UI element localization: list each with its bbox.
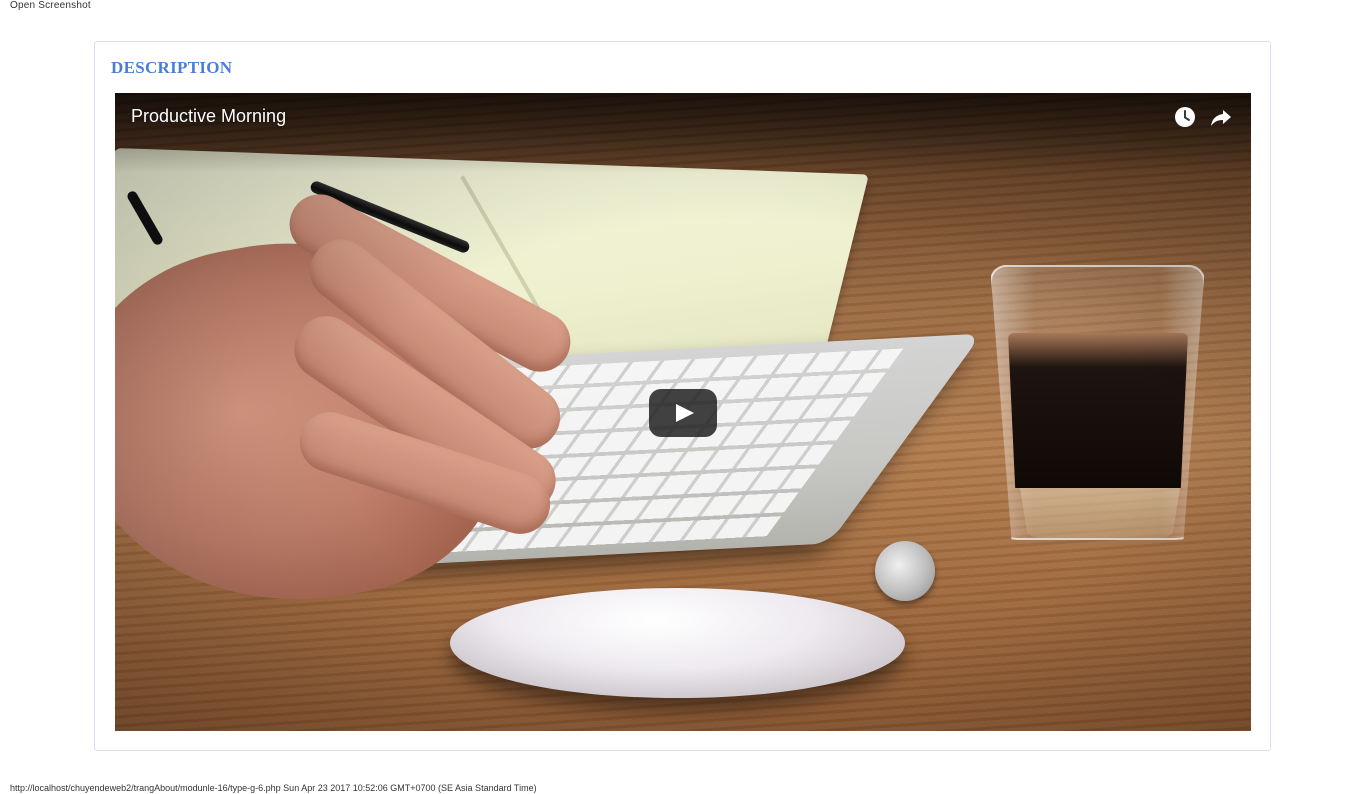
video-title[interactable]: Productive Morning	[131, 106, 286, 127]
description-panel: DESCRIPTION Productive Morning	[94, 41, 1271, 751]
share-icon[interactable]	[1209, 105, 1233, 129]
video-top-gradient	[115, 93, 1251, 173]
page: Open Screenshot DESCRIPTION Productive M	[0, 0, 1349, 794]
play-button[interactable]	[649, 389, 717, 437]
video-player[interactable]: Productive Morning	[115, 93, 1251, 731]
clock-icon[interactable]	[1173, 105, 1197, 129]
play-icon	[676, 404, 694, 422]
screenshot-caption: Open Screenshot	[10, 0, 91, 11]
panel-title: DESCRIPTION	[111, 58, 233, 77]
page-url-timestamp: http://localhost/chuyendeweb2/trangAbout…	[10, 783, 537, 793]
